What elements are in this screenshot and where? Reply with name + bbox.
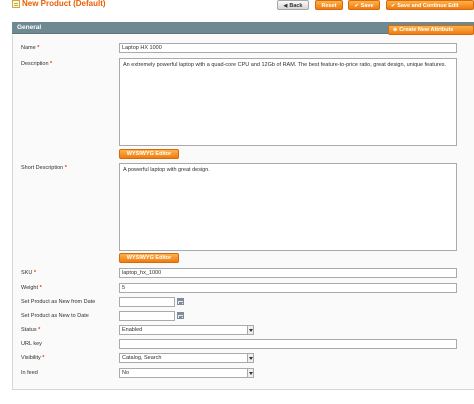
- visibility-select-value: Catalog, Search: [122, 355, 162, 361]
- name-input[interactable]: Laptop HX 1000: [119, 43, 457, 53]
- description-textarea[interactable]: An extremely powerful laptop with a quad…: [119, 58, 457, 146]
- save-and-continue-button[interactable]: ✔ Save and Continue Edit: [386, 0, 474, 10]
- url-key-input[interactable]: [119, 339, 457, 349]
- sku-label: SKU *: [21, 270, 36, 276]
- short-description-label: Short Description *: [21, 165, 67, 171]
- required-marker: *: [39, 285, 42, 291]
- save-button[interactable]: ✔ Save: [348, 0, 380, 10]
- weight-label-text: Weight: [21, 285, 39, 291]
- sku-input[interactable]: laptop_hx_1000: [119, 268, 457, 278]
- create-attribute-button[interactable]: ⊕ Create New Attribute: [388, 25, 474, 35]
- weight-label: Weight *: [21, 285, 42, 291]
- status-select[interactable]: Enabled: [119, 325, 254, 335]
- required-marker: *: [38, 327, 41, 333]
- back-arrow-icon: ◀: [283, 3, 288, 9]
- new-to-date-label: Set Product as New to Date: [21, 313, 89, 319]
- status-label-text: Status: [21, 327, 37, 333]
- reset-button[interactable]: Reset: [315, 0, 343, 10]
- name-label-text: Name: [21, 45, 36, 51]
- visibility-select[interactable]: Catalog, Search: [119, 353, 254, 363]
- create-attribute-label: Create New Attribute: [399, 27, 454, 33]
- save-continue-icon: ✔: [391, 3, 396, 9]
- visibility-label-text: Visibility: [21, 355, 41, 361]
- chevron-down-icon: [247, 369, 253, 377]
- new-to-date-input[interactable]: [119, 311, 175, 321]
- required-marker: *: [33, 270, 36, 276]
- back-button[interactable]: ◀ Back: [277, 0, 309, 10]
- reset-button-label: Reset: [321, 3, 337, 9]
- back-button-label: Back: [289, 3, 303, 9]
- in-feed-select-value: No: [122, 370, 130, 376]
- short-description-label-text: Short Description: [21, 165, 64, 171]
- status-label: Status *: [21, 327, 40, 333]
- save-icon: ✔: [354, 3, 359, 9]
- calendar-icon[interactable]: [177, 298, 184, 305]
- add-icon: ⊕: [393, 27, 398, 33]
- url-key-label: URL key: [21, 341, 42, 347]
- status-select-value: Enabled: [122, 327, 143, 333]
- in-feed-label: In feed: [21, 370, 38, 376]
- required-marker: *: [64, 165, 67, 171]
- description-wysiwyg-button[interactable]: WYSIWYG Editor: [119, 149, 179, 159]
- page-icon: [12, 0, 20, 8]
- description-label-text: Description: [21, 61, 49, 67]
- name-label: Name *: [21, 45, 39, 51]
- required-marker: *: [42, 355, 45, 361]
- page-header: New Product (Default) ◀ Back Reset ✔ Save …: [0, 0, 474, 14]
- new-from-date-input[interactable]: [119, 297, 175, 307]
- weight-input[interactable]: 5: [119, 283, 457, 293]
- description-label: Description *: [21, 61, 52, 67]
- chevron-down-icon: [247, 326, 253, 334]
- page-title: New Product (Default): [22, 0, 106, 8]
- short-description-wysiwyg-button[interactable]: WYSIWYG Editor: [119, 253, 179, 263]
- section-title: General: [17, 24, 42, 31]
- sku-label-text: SKU: [21, 270, 33, 276]
- visibility-label: Visibility *: [21, 355, 44, 361]
- required-marker: *: [37, 45, 40, 51]
- save-and-continue-label: Save and Continue Edit: [397, 3, 459, 9]
- new-from-date-label: Set Product as New from Date: [21, 299, 96, 305]
- save-button-label: Save: [360, 3, 374, 9]
- in-feed-select[interactable]: No: [119, 368, 254, 378]
- required-marker: *: [50, 61, 53, 67]
- short-description-textarea[interactable]: A powerful laptop with great design.: [119, 163, 457, 251]
- calendar-icon[interactable]: [177, 312, 184, 319]
- chevron-down-icon: [247, 354, 253, 362]
